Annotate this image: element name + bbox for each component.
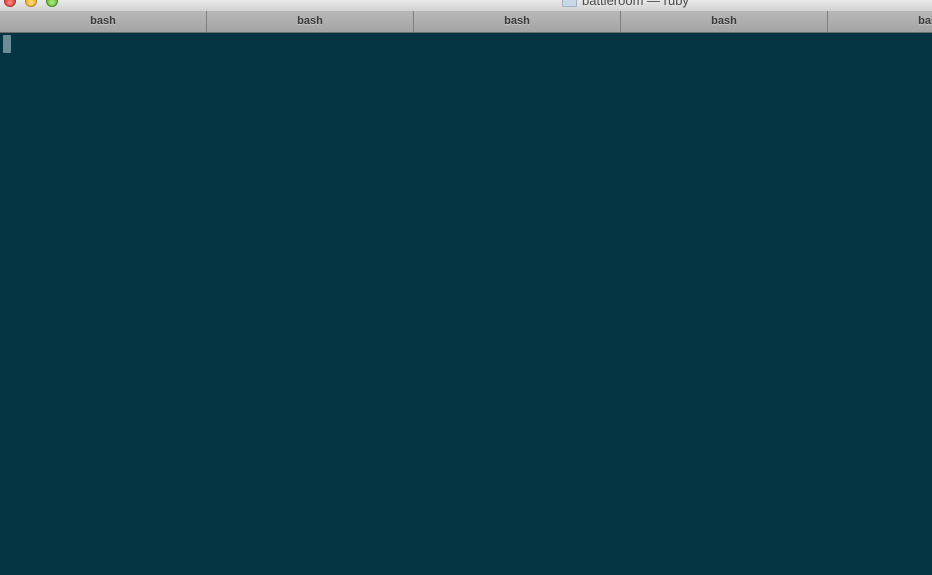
tab-bash-2[interactable]: bash [207,11,414,32]
window-title: battleroom — ruby [582,0,689,8]
title-bar[interactable]: battleroom — ruby [0,0,932,11]
terminal-window: battleroom — ruby bash bash bash bash ba… [0,0,932,575]
tab-bash-1[interactable]: bash [0,11,207,32]
tab-bash-5[interactable]: bash [828,11,932,32]
zoom-button[interactable] [46,0,58,7]
tab-bar: bash bash bash bash bash [0,11,932,33]
close-button[interactable] [4,0,16,7]
text-cursor [3,35,11,53]
tab-bash-4[interactable]: bash [621,11,828,32]
folder-icon [562,0,577,7]
tab-bash-3[interactable]: bash [414,11,621,32]
minimize-button[interactable] [25,0,37,7]
terminal-output-area[interactable] [0,33,932,575]
window-title-group: battleroom — ruby [562,0,689,8]
